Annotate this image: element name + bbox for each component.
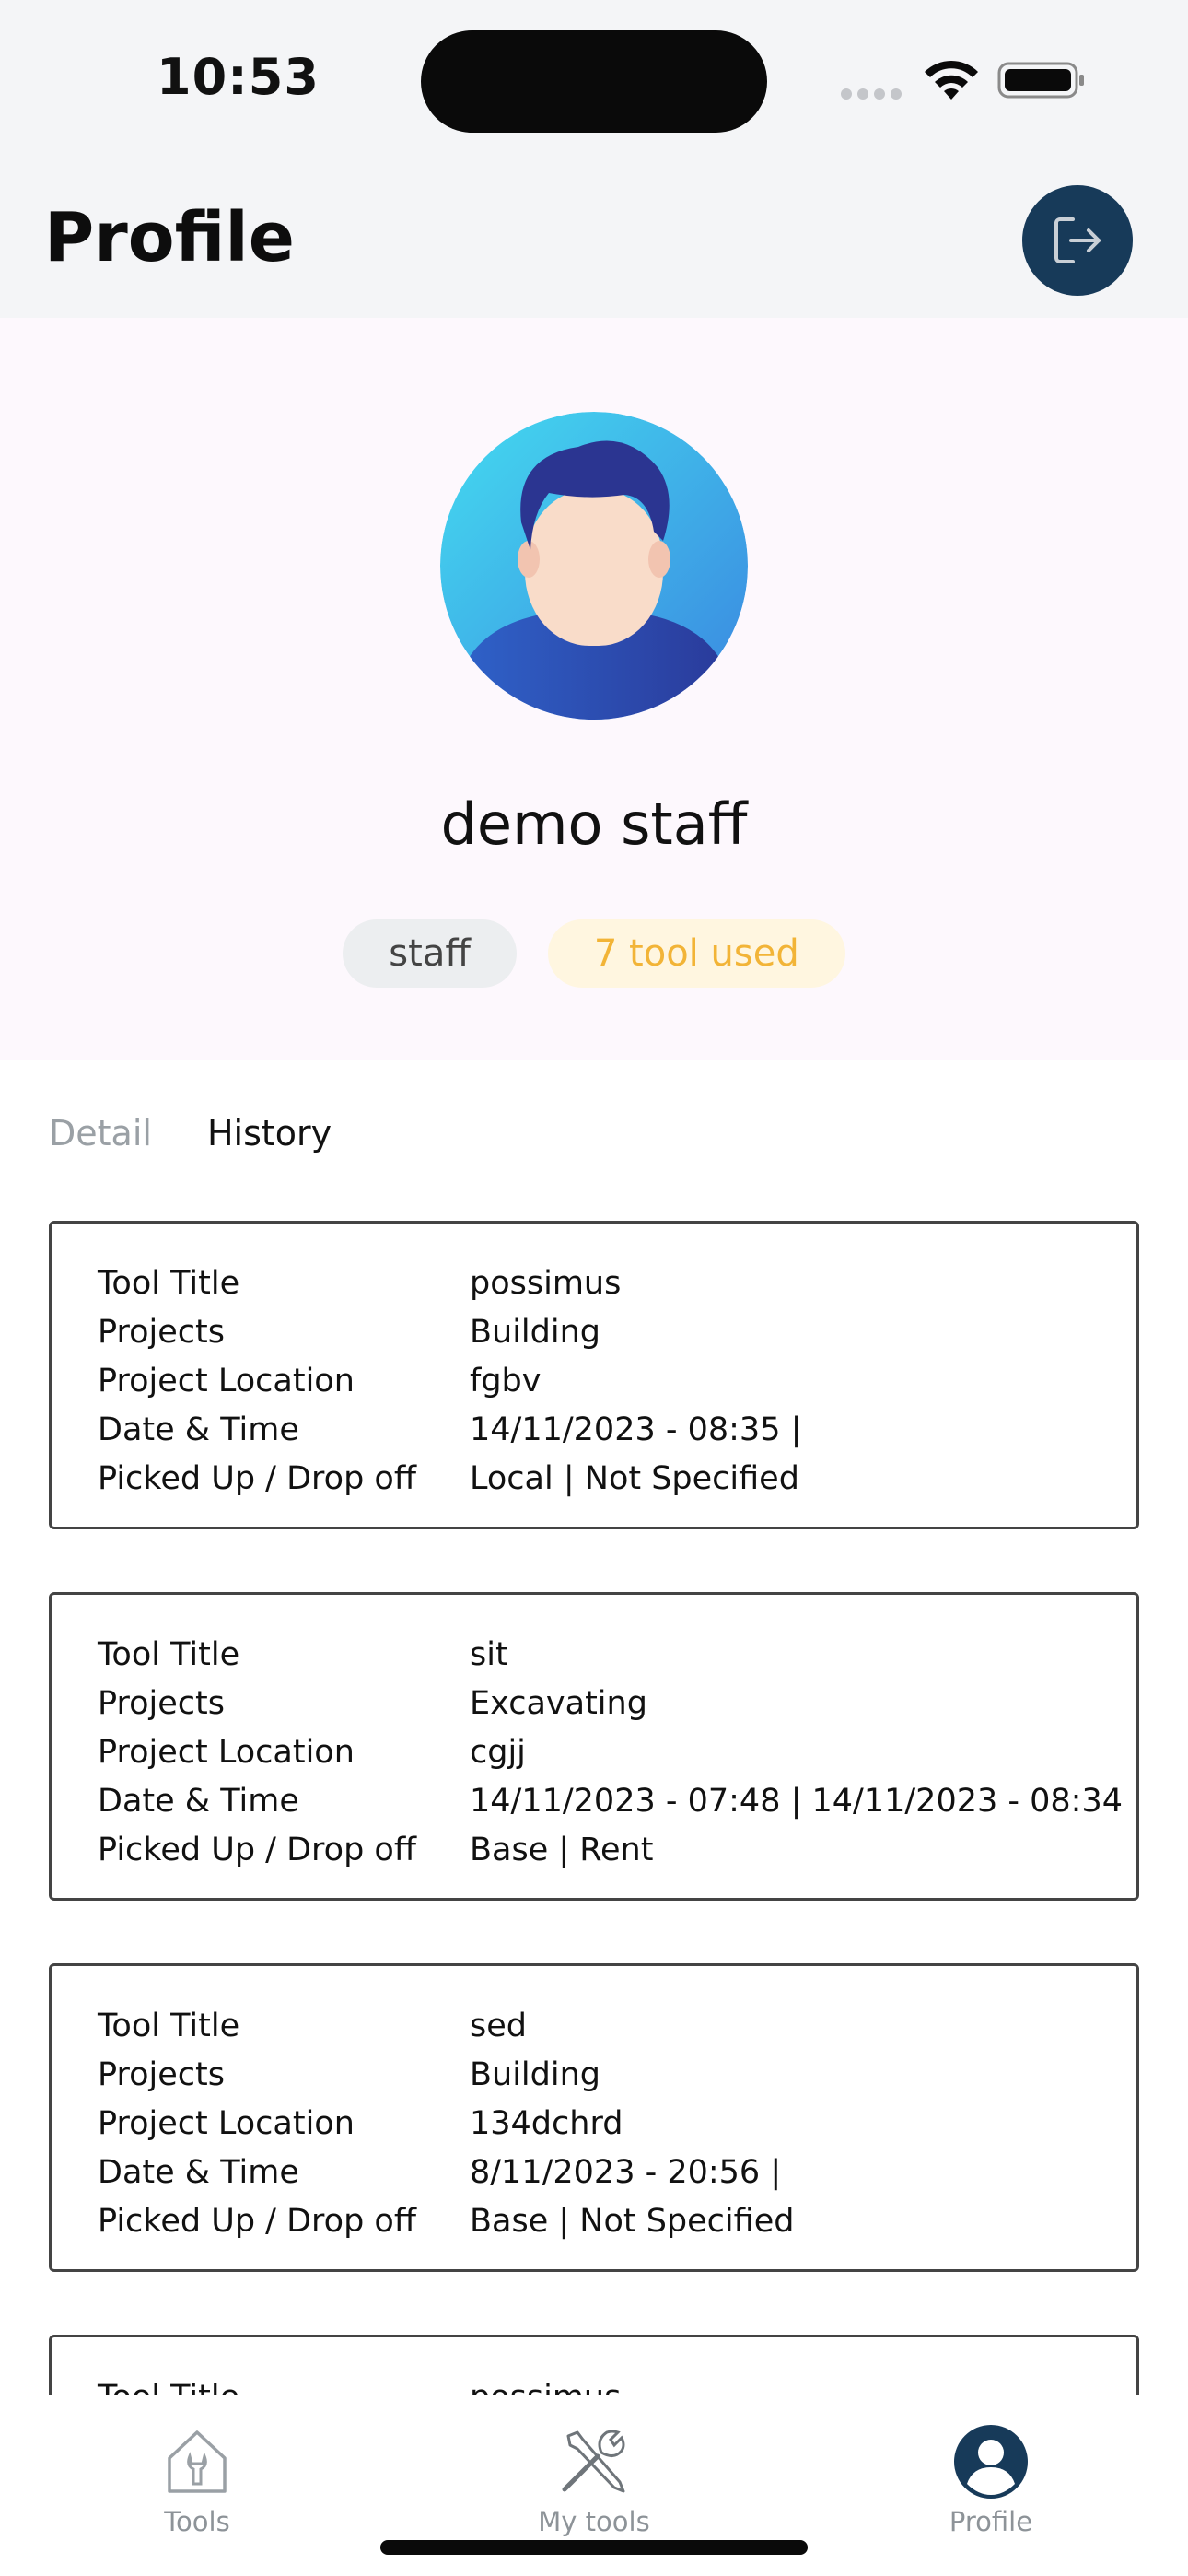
history-card[interactable]: Tool Title sit Projects Excavating Project… <box>49 1592 1139 1901</box>
wrench-screwdriver-icon <box>562 2430 625 2493</box>
logout-icon <box>1054 217 1101 263</box>
tab-history[interactable]: History <box>207 1113 332 1153</box>
tool-title-label: Tool Title <box>98 2007 240 2044</box>
date-time-label: Date & Time <box>98 1782 299 1820</box>
picked-drop-value: Local | Not Specified <box>470 1459 799 1497</box>
project-location-value: cgjj <box>470 1733 526 1771</box>
tool-title-value: possimus <box>470 2379 1136 2396</box>
picked-drop-value: Base | Not Specified <box>470 2202 795 2240</box>
project-location-label: Project Location <box>98 1362 355 1399</box>
history-list[interactable]: Tool Title possimus Projects Building Proj… <box>49 1221 1139 2395</box>
tool-title-value: sed <box>470 2007 527 2044</box>
page-title: Profile <box>44 198 295 277</box>
projects-label: Projects <box>98 1313 225 1351</box>
role-badge: staff <box>343 919 517 988</box>
projects-value: Building <box>470 2055 600 2093</box>
picked-drop-label: Picked Up / Drop off <box>98 2202 416 2240</box>
history-card[interactable]: Tool Title possimus Projects Building Proj… <box>49 1221 1139 1529</box>
cellular-signal-icon <box>841 88 905 100</box>
tools-home-icon <box>168 2430 227 2493</box>
profile-chips: staff 7 tool used <box>0 919 1188 988</box>
project-location-label: Project Location <box>98 2104 355 2142</box>
nav-profile-label: Profile <box>949 2506 1033 2537</box>
tool-title-value: sit <box>470 1635 508 1673</box>
nav-profile[interactable]: Profile <box>890 2423 1092 2537</box>
tool-title-label: Tool Title <box>98 1264 240 1302</box>
tool-title-label: Tool Title <box>98 2379 470 2396</box>
profile-tabs: Detail History <box>49 1113 332 1153</box>
picked-drop-label: Picked Up / Drop off <box>98 1459 416 1497</box>
nav-tools[interactable]: Tools <box>96 2423 298 2537</box>
projects-value: Building <box>470 1313 600 1351</box>
logout-button[interactable] <box>1022 185 1133 296</box>
avatar <box>440 412 748 720</box>
tool-title-label: Tool Title <box>98 1635 240 1673</box>
wifi-icon <box>925 60 978 100</box>
tools-used-badge: 7 tool used <box>547 919 845 988</box>
projects-label: Projects <box>98 1684 225 1722</box>
date-time-value: 8/11/2023 - 20:56 | <box>470 2153 782 2191</box>
date-time-label: Date & Time <box>98 2153 299 2191</box>
dynamic-island <box>421 30 767 133</box>
projects-label: Projects <box>98 2055 225 2093</box>
project-location-value: fgbv <box>470 1362 542 1399</box>
nav-tools-label: Tools <box>164 2506 230 2537</box>
user-name: demo staff <box>440 790 748 858</box>
project-location-label: Project Location <box>98 1733 355 1771</box>
date-time-value: 14/11/2023 - 07:48 | 14/11/2023 - 08:34 <box>470 1782 1123 1820</box>
tool-title-value: possimus <box>470 1264 622 1302</box>
tab-detail[interactable]: Detail <box>49 1113 152 1153</box>
picked-drop-value: Base | Rent <box>470 1831 654 1868</box>
nav-my-tools-label: My tools <box>538 2506 650 2537</box>
date-time-label: Date & Time <box>98 1411 299 1448</box>
history-card[interactable]: Tool Titlepossimus <box>49 2335 1139 2395</box>
date-time-value: 14/11/2023 - 08:35 | <box>470 1411 802 1448</box>
battery-icon <box>997 62 1084 99</box>
projects-value: Excavating <box>470 1684 647 1722</box>
status-time: 10:53 <box>157 48 320 106</box>
user-circle-icon <box>954 2425 1028 2499</box>
nav-my-tools[interactable]: My tools <box>493 2423 695 2537</box>
picked-drop-label: Picked Up / Drop off <box>98 1831 416 1868</box>
home-indicator <box>380 2540 808 2555</box>
avatar-image <box>440 412 748 720</box>
history-card[interactable]: Tool Title sed Projects Building Project L… <box>49 1963 1139 2272</box>
project-location-value: 134dchrd <box>470 2104 623 2142</box>
